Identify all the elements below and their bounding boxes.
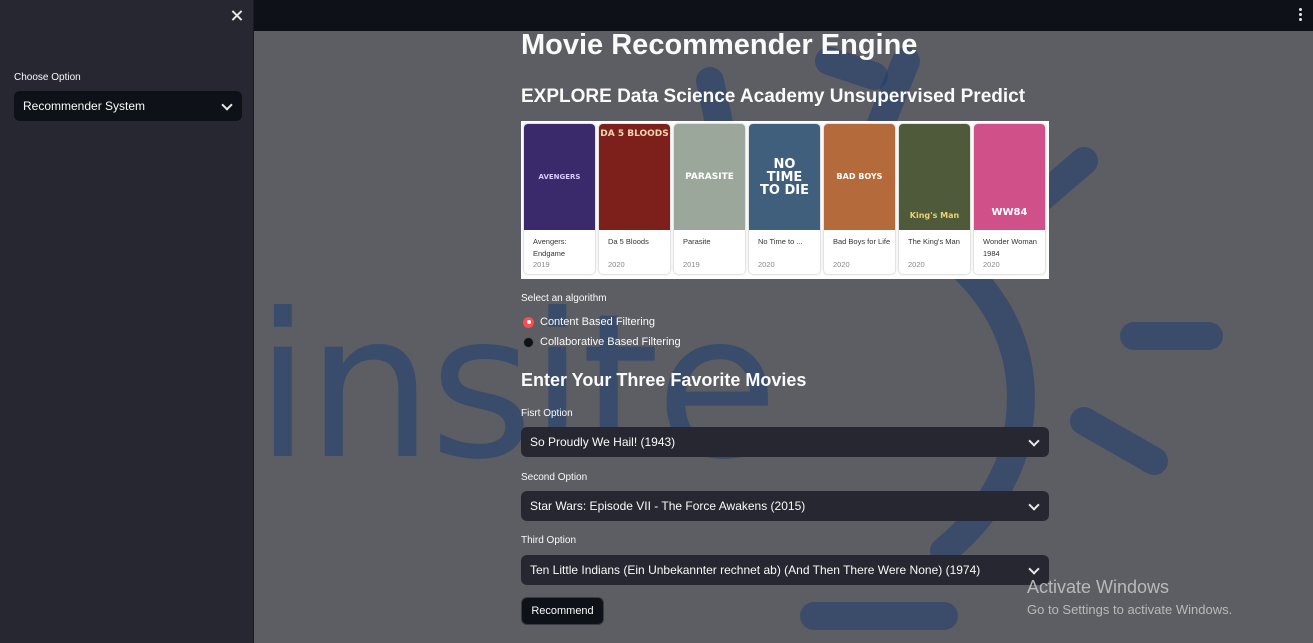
main-menu-icon[interactable] xyxy=(1293,6,1307,26)
movie-card-title: Bad Boys for Life xyxy=(833,237,891,246)
movie-card-year: 2020 xyxy=(833,260,850,269)
movie-card-title: No Time to ... xyxy=(758,237,803,246)
movie-card[interactable]: King's Man The King's Man 2020 xyxy=(899,124,970,274)
radio-label: Content Based Filtering xyxy=(540,316,655,328)
close-icon[interactable] xyxy=(229,8,245,24)
algorithm-label: Select an algorithm xyxy=(521,293,607,304)
radio-content-based[interactable]: Content Based Filtering xyxy=(523,316,655,328)
second-option-select[interactable]: Star Wars: Episode VII - The Force Awake… xyxy=(521,491,1049,521)
movie-poster-image: King's Man xyxy=(899,124,970,230)
option-select-value: Recommender System xyxy=(23,99,146,113)
movie-card[interactable]: PARASITE Parasite 2019 xyxy=(674,124,745,274)
movie-card[interactable]: BAD BOYS Bad Boys for Life 2020 xyxy=(824,124,895,274)
option-select[interactable]: Recommender System xyxy=(14,91,242,121)
movie-card[interactable]: WW84 Wonder Woman 1984 2020 xyxy=(974,124,1045,274)
third-option-value: Ten Little Indians (Ein Unbekannter rech… xyxy=(530,563,981,577)
movie-poster-image: WW84 xyxy=(974,124,1045,230)
chevron-down-icon xyxy=(221,99,233,111)
movie-card[interactable]: AVENGERS Avengers: Endgame 2019 xyxy=(524,124,595,274)
movie-card-year: 2020 xyxy=(908,260,925,269)
radio-selected-icon xyxy=(523,316,534,328)
movie-poster-image: PARASITE xyxy=(674,124,745,230)
page-subtitle: EXPLORE Data Science Academy Unsupervise… xyxy=(521,86,1026,107)
radio-label: Collaborative Based Filtering xyxy=(540,336,681,348)
movie-card-year: 2019 xyxy=(533,260,550,269)
radio-unselected-icon xyxy=(523,336,534,348)
radio-collaborative[interactable]: Collaborative Based Filtering xyxy=(523,336,681,348)
movie-card[interactable]: NO TIME TO DIE No Time to ... 2020 xyxy=(749,124,820,274)
chevron-down-icon xyxy=(1028,499,1040,511)
activate-windows-watermark: Activate Windows Go to Settings to activ… xyxy=(1027,577,1232,617)
chevron-down-icon xyxy=(1028,563,1040,575)
movie-card-title: Avengers: Endgame xyxy=(533,237,567,258)
movie-card-year: 2020 xyxy=(983,260,1000,269)
sidebar: Choose Option Recommender System xyxy=(0,0,254,643)
page-title: Movie Recommender Engine xyxy=(521,29,918,61)
movie-card[interactable]: DA 5 BLOODS Da 5 Bloods 2020 xyxy=(599,124,670,274)
movie-poster-strip: AVENGERS Avengers: Endgame 2019 DA 5 BLO… xyxy=(521,121,1049,279)
movie-poster-image: NO TIME TO DIE xyxy=(749,124,820,230)
first-option-label: Fisrt Option xyxy=(521,408,573,419)
favorites-heading: Enter Your Three Favorite Movies xyxy=(521,370,807,390)
movie-poster-image: AVENGERS xyxy=(524,124,595,230)
movie-card-year: 2019 xyxy=(683,260,700,269)
activate-windows-title: Activate Windows xyxy=(1027,577,1170,597)
movie-card-title: Da 5 Bloods xyxy=(608,237,649,246)
activate-windows-subtitle: Go to Settings to activate Windows. xyxy=(1027,602,1233,617)
second-option-label: Second Option xyxy=(521,472,588,483)
first-option-value: So Proudly We Hail! (1943) xyxy=(530,435,676,449)
third-option-label: Third Option xyxy=(521,535,577,546)
movie-card-year: 2020 xyxy=(758,260,775,269)
movie-poster-image: DA 5 BLOODS xyxy=(599,124,670,230)
movie-card-title: Wonder Woman 1984 xyxy=(983,237,1037,258)
movie-card-year: 2020 xyxy=(608,260,625,269)
third-option-select[interactable]: Ten Little Indians (Ein Unbekannter rech… xyxy=(521,555,1049,585)
second-option-value: Star Wars: Episode VII - The Force Awake… xyxy=(530,499,806,513)
sidebar-select-label: Choose Option xyxy=(14,72,81,83)
chevron-down-icon xyxy=(1028,435,1040,447)
movie-card-title: Parasite xyxy=(683,237,711,246)
movie-card-title: The King's Man xyxy=(908,237,960,246)
first-option-select[interactable]: So Proudly We Hail! (1943) xyxy=(521,427,1049,457)
recommend-button[interactable]: Recommend xyxy=(521,597,604,625)
movie-poster-image: BAD BOYS xyxy=(824,124,895,230)
